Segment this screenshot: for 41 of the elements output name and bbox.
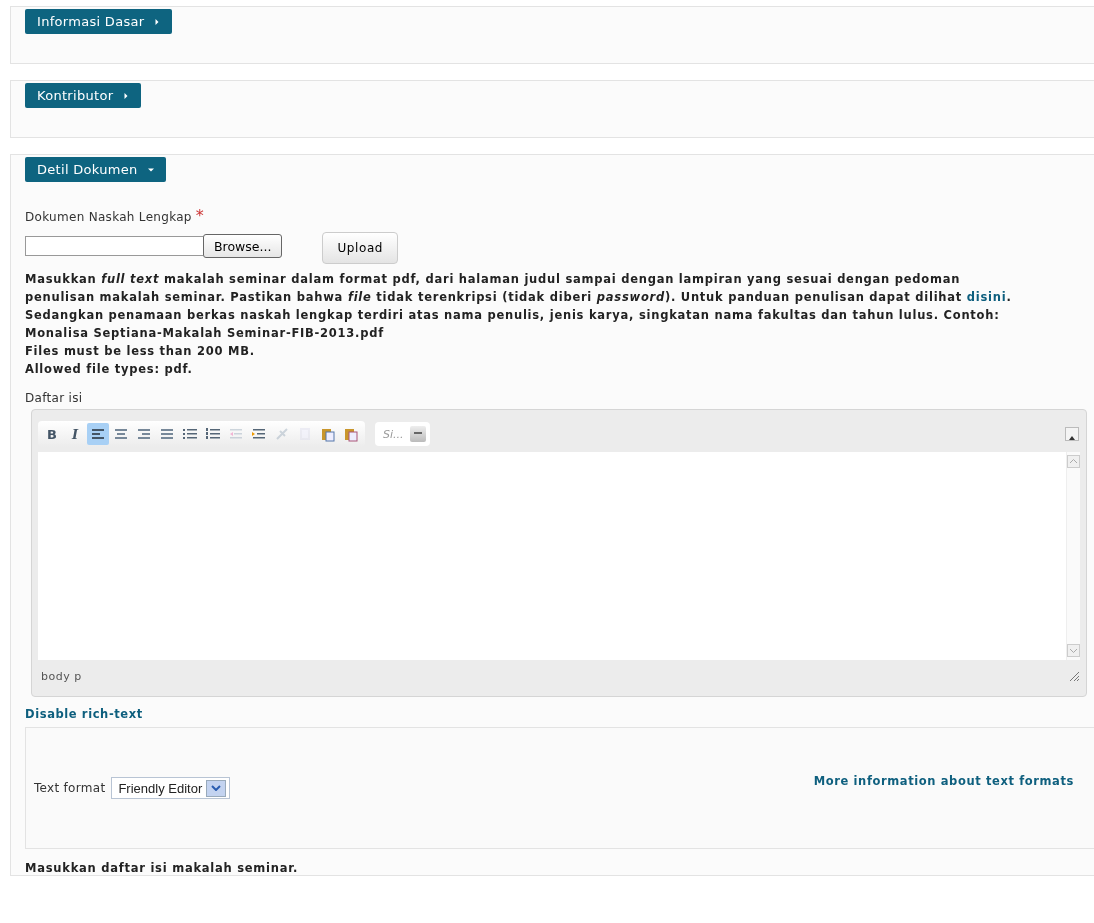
browse-button[interactable]: Browse... [203, 234, 283, 258]
bullet-list-icon [182, 426, 198, 442]
align-center-icon [113, 426, 129, 442]
align-left-button[interactable] [87, 423, 109, 445]
numbered-list-icon [205, 426, 221, 442]
indent-icon [251, 426, 267, 442]
disable-rich-text-link[interactable]: Disable rich-text [25, 707, 143, 721]
scroll-down-icon[interactable] [1067, 644, 1080, 657]
resize-grip-icon[interactable] [1068, 670, 1080, 682]
bold-button[interactable]: B [41, 423, 63, 445]
chevron-down-icon [211, 785, 222, 791]
text-formats-link[interactable]: More information about text formats [813, 774, 1074, 788]
caret-right-icon [123, 92, 130, 99]
section-toggle[interactable]: Informasi Dasar [25, 9, 173, 34]
field-label: Daftar isi [25, 391, 84, 405]
paste-icon [343, 426, 359, 442]
dropdown-arrow-icon [413, 432, 422, 436]
text-format-select[interactable]: Friendly Editor [111, 777, 231, 799]
upload-button[interactable]: Upload [322, 232, 399, 264]
section-toggle[interactable]: Detil Dokumen [25, 157, 166, 182]
section-toggle[interactable]: Kontributor [25, 83, 142, 108]
upload-limit-text: Allowed file types: pdf. [25, 361, 194, 378]
field-label: Dokumen Naskah Lengkap [25, 210, 192, 224]
scroll-up-icon[interactable] [1069, 436, 1075, 440]
align-left-icon [90, 426, 106, 442]
element-path: body p [41, 669, 83, 683]
required-mark: * [195, 206, 204, 225]
caret-right-icon [154, 18, 161, 25]
caret-down-icon [147, 166, 154, 173]
justify-icon [159, 426, 175, 442]
upload-limit-text: Files must be less than 200 MB. [25, 343, 256, 360]
align-right-icon [136, 426, 152, 442]
italic-button[interactable]: I [64, 423, 86, 445]
outdent-icon [228, 426, 244, 442]
file-path-field[interactable] [25, 236, 203, 256]
paste-icon [320, 426, 336, 442]
help-text: Masukkan daftar isi makalah seminar. [25, 861, 300, 875]
description-text: Masukkan full text makalah seminar dalam format pdf, dari halaman judul sampai dengan lampiran yang sesuai dengan pedoman penulisan makalah seminar. Pastikan bahwa file tidak terenkripsi (tidak diberi password). Untuk panduan penulisan dapat dilihat disini. Sedangkan penamaan berkas naskah lengkap terdiri atas nama penulis, jenis karya, singkatan nama fakultas dan tahun lulus. Contoh: Monalisa Septiana-Makalah Seminar-FIB-2013.pdf [25, 271, 1013, 342]
text-format-label: Text format [34, 781, 106, 795]
scrollbar[interactable] [1066, 452, 1080, 660]
guide-link[interactable]: disini [966, 290, 1007, 304]
